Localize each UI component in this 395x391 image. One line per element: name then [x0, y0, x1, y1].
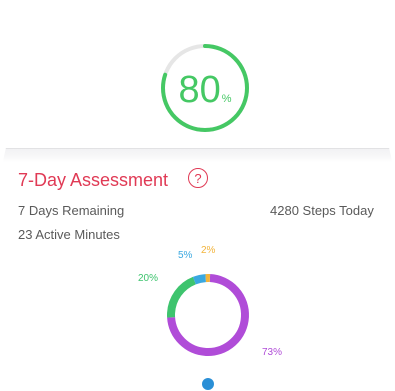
page-indicator-dot[interactable] — [202, 378, 214, 390]
segment-label-5: 5% — [178, 250, 193, 261]
magnified-view: 80% 7-Day Assessment ? 7 Days Remaining … — [0, 0, 395, 391]
segment-label-20: 20% — [138, 273, 159, 284]
segment-label-2: 2% — [201, 245, 216, 256]
segment-label-73: 73% — [262, 347, 283, 358]
breakdown-donut — [167, 274, 249, 356]
screen: 80% 7-Day Assessment ? 7 Days Remaining … — [0, 0, 395, 391]
